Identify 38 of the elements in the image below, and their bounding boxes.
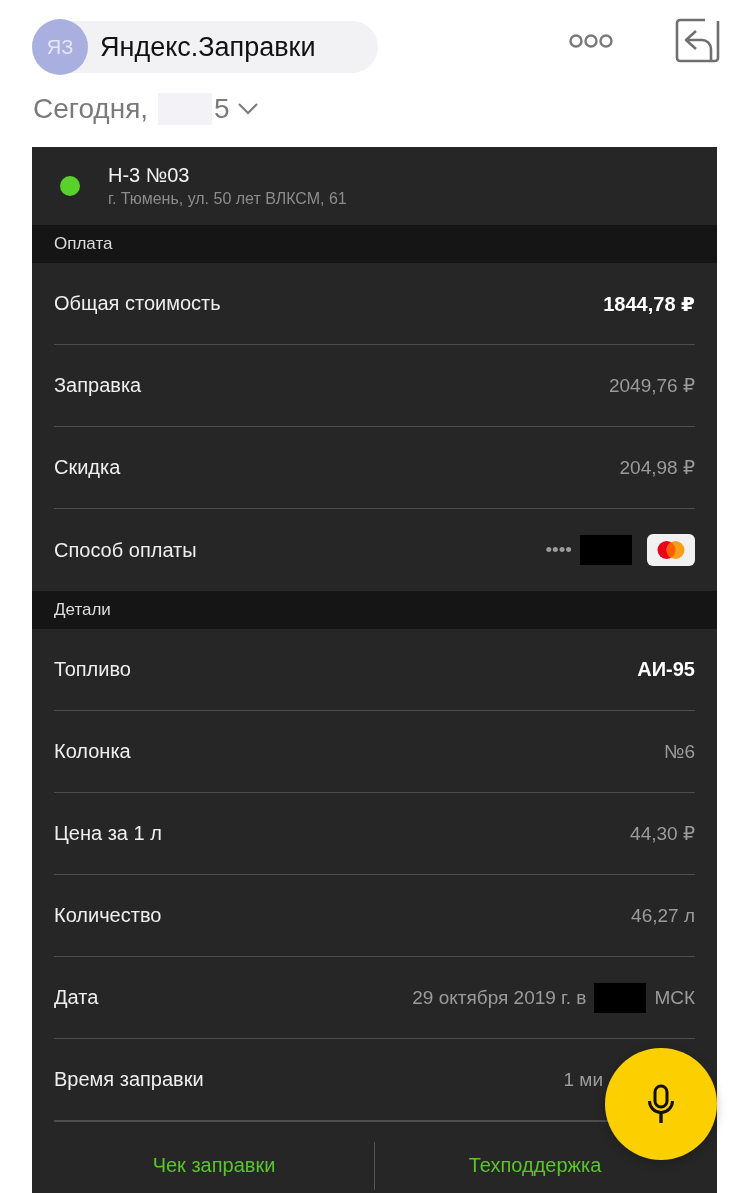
row-label: Дата xyxy=(54,986,99,1009)
row-value: 46,27 л xyxy=(631,904,695,927)
redaction-block xyxy=(580,535,632,565)
row-label: Время заправки xyxy=(54,1068,204,1091)
row-label: Общая стоимость xyxy=(54,292,221,315)
avatar: ЯЗ xyxy=(32,19,88,75)
row-value: 1844,78 ₽ xyxy=(603,291,695,316)
row-value: •••• xyxy=(545,539,572,561)
more-icon[interactable] xyxy=(569,33,613,49)
chevron-icon[interactable] xyxy=(237,103,258,115)
row-value: АИ-95 xyxy=(637,658,695,681)
row-value: №6 xyxy=(664,740,695,763)
row-value: 44,30 ₽ xyxy=(630,822,695,845)
row-value: МСК xyxy=(654,986,695,1009)
row-label: Топливо xyxy=(54,658,131,681)
row-value: 1 ми xyxy=(563,1068,603,1091)
station-address: г. Тюмень, ул. 50 лет ВЛКСМ, 61 xyxy=(108,190,347,208)
app-title: Яндекс.Заправки xyxy=(100,31,316,63)
section-header: Детали xyxy=(32,591,717,629)
footer-button[interactable]: Техподдержка xyxy=(468,1152,602,1177)
row-value: 2049,76 ₽ xyxy=(608,374,695,397)
reply-arrow-icon[interactable] xyxy=(675,18,720,63)
row-label: Скидка xyxy=(54,456,121,479)
footer-button[interactable]: Чек заправки xyxy=(152,1152,276,1177)
row-label: Заправка xyxy=(54,374,142,397)
row-label: Способ оплаты xyxy=(54,538,197,562)
station-name: Н-3 №03 xyxy=(108,164,191,187)
row-label: Цена за 1 л xyxy=(54,822,162,845)
row-value: 29 октября 2019 г. в xyxy=(412,986,587,1009)
microphone-icon xyxy=(647,1084,675,1124)
section-header: Оплата xyxy=(32,225,717,263)
date-day: 5 xyxy=(214,93,230,125)
row-value: 204,98 ₽ xyxy=(619,456,695,479)
row-label: Количество xyxy=(54,904,162,927)
redaction-block xyxy=(594,982,647,1013)
payment-card-icon xyxy=(647,534,695,566)
row-label: Колонка xyxy=(54,740,131,763)
date-label: Сегодня, xyxy=(33,93,149,125)
